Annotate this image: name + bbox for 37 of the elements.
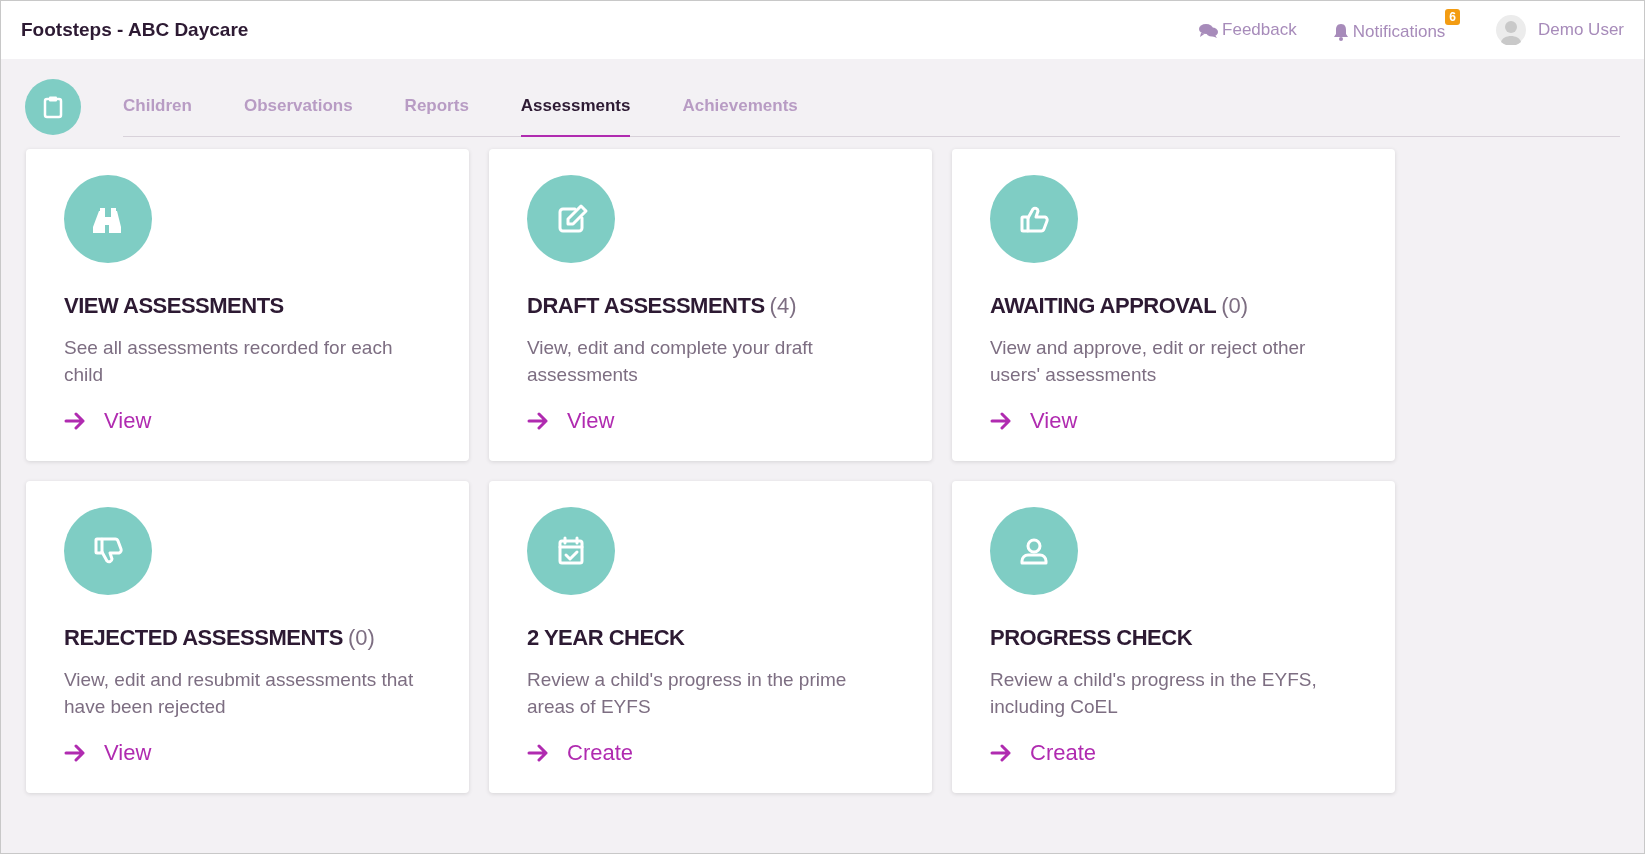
card-link[interactable]: Create <box>527 736 634 769</box>
card-description: Review a child's progress in the prime areas of EYFS <box>527 668 848 719</box>
card-link[interactable]: View <box>64 736 152 769</box>
card-title: VIEW ASSESSMENTS <box>64 292 284 320</box>
card-description: View, edit and resubmit assessments that have been rejected <box>64 668 415 719</box>
card-description: See all assessments recorded for each child <box>64 336 394 387</box>
item-count: (0) <box>1221 292 1249 320</box>
card-title: DRAFT ASSESSMENTS <box>527 292 765 320</box>
feedback-link[interactable]: Feedback <box>1199 17 1297 43</box>
avatar-icon <box>1496 15 1527 45</box>
nav-tab[interactable]: Assessments <box>520 92 631 137</box>
arrow-right-icon <box>527 743 549 762</box>
card-title: AWAITING APPROVAL <box>990 292 1217 320</box>
clipboard-icon <box>25 79 81 135</box>
card-description: Review a child's progress in the EYFS, including CoEL <box>990 668 1318 719</box>
card-link[interactable]: View <box>990 404 1078 437</box>
card-link[interactable]: View <box>64 404 152 437</box>
notifications-link[interactable]: Notifications <box>1332 15 1446 45</box>
bell-icon <box>1332 23 1349 41</box>
arrow-right-icon <box>990 743 1012 762</box>
app-title: Footsteps - ABC Daycare <box>21 17 249 42</box>
card-title: PROGRESS CHECK <box>990 624 1193 652</box>
user-menu[interactable]: Demo User <box>1496 15 1624 45</box>
item-count: (0) <box>347 624 375 652</box>
arrow-right-icon <box>990 411 1012 430</box>
arrow-right-icon <box>527 411 549 430</box>
item-count: (4) <box>769 292 797 320</box>
arrow-right-icon <box>64 411 86 430</box>
card-title: 2 YEAR CHECK <box>527 624 685 652</box>
chat-bubbles-icon <box>1199 22 1219 38</box>
card-link[interactable]: View <box>527 404 615 437</box>
card-link[interactable]: Create <box>990 736 1097 769</box>
card-title: REJECTED ASSESSMENTS <box>64 624 343 652</box>
card-description: View, edit and complete your draft assessments <box>527 336 814 387</box>
arrow-right-icon <box>64 743 86 762</box>
card-description: View and approve, edit or reject other users' assessments <box>990 336 1307 387</box>
notification-count-badge: 6 <box>1445 9 1461 26</box>
